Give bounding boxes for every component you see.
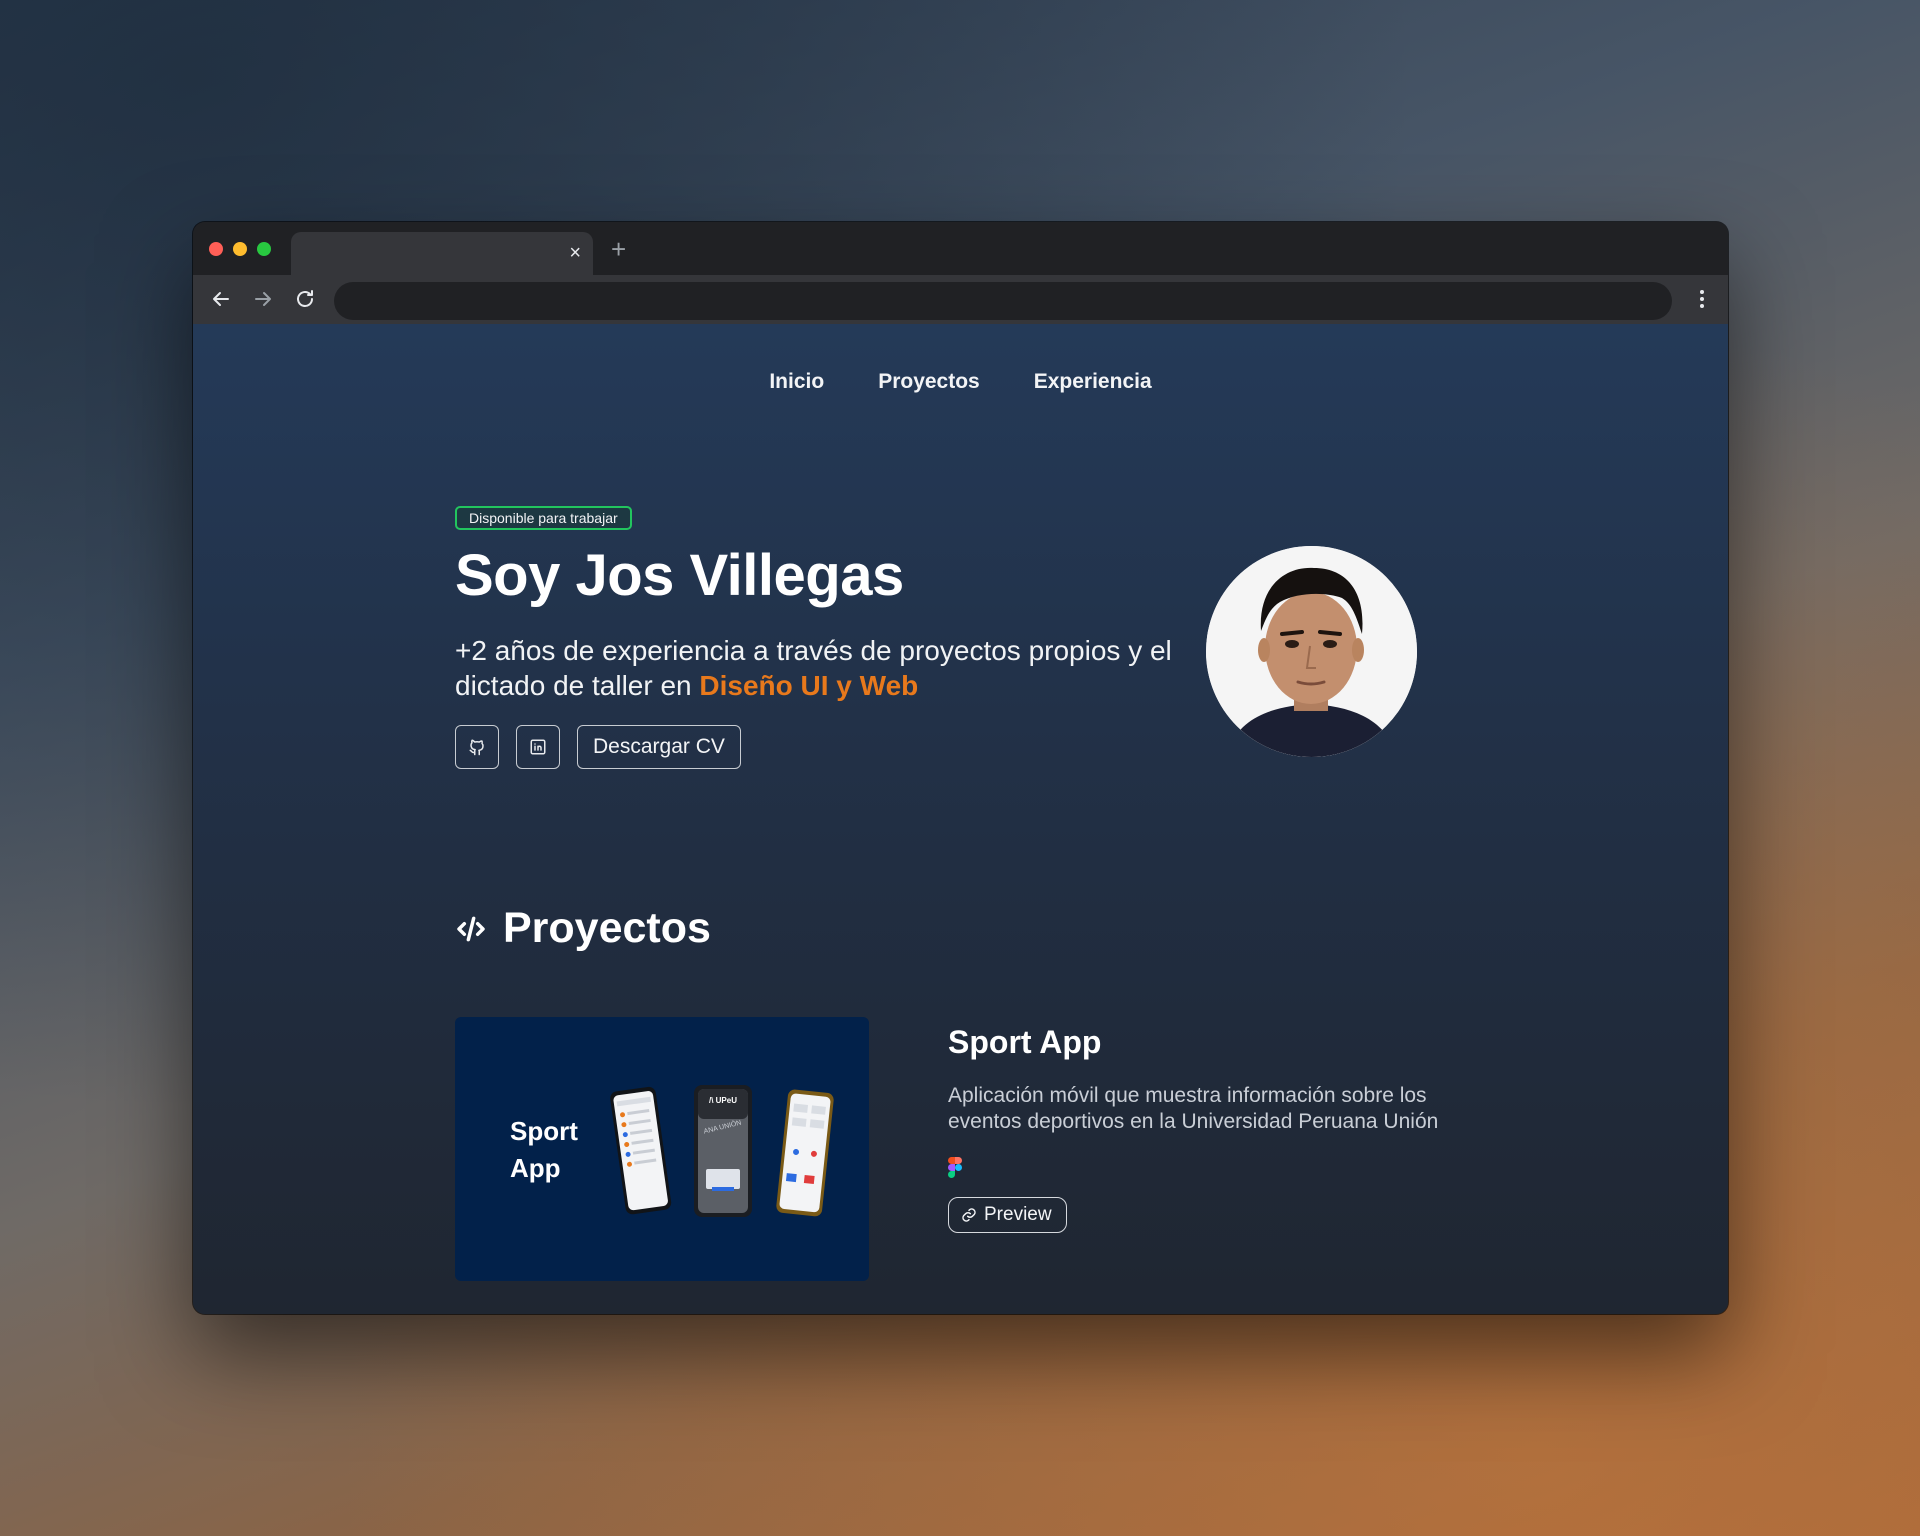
github-icon	[469, 739, 484, 756]
profile-avatar	[1206, 546, 1417, 757]
new-tab-button[interactable]: +	[611, 236, 626, 262]
minimize-window-button[interactable]	[233, 242, 247, 256]
address-bar[interactable]	[334, 282, 1672, 320]
window-controls	[209, 242, 271, 256]
projects-heading: Proyectos	[455, 904, 711, 953]
projects-title: Proyectos	[503, 904, 711, 952]
hero-section: Disponible para trabajar Soy Jos Villega…	[455, 506, 1175, 769]
preview-button[interactable]: Preview	[948, 1197, 1067, 1233]
maximize-window-button[interactable]	[257, 242, 271, 256]
availability-badge: Disponible para trabajar	[455, 506, 632, 530]
project-image-title: Sport App	[510, 1116, 578, 1183]
nav-link-inicio[interactable]: Inicio	[769, 370, 824, 394]
preview-label: Preview	[984, 1204, 1052, 1225]
nav-link-experiencia[interactable]: Experiencia	[1034, 370, 1152, 394]
project-image-sport-app[interactable]: Sport App /\ UPeU ANA UNIÓN	[455, 1017, 869, 1281]
browser-toolbar	[193, 275, 1728, 324]
link-icon	[962, 1208, 976, 1222]
project-image-logo: /\ UPeU	[709, 1096, 737, 1105]
project-description: Aplicación móvil que muestra información…	[948, 1084, 1439, 1133]
tab-bar: × +	[193, 222, 1728, 275]
close-window-button[interactable]	[209, 242, 223, 256]
reload-icon[interactable]	[293, 287, 317, 311]
hero-title: Soy Jos Villegas	[455, 543, 904, 608]
browser-tab[interactable]: ×	[291, 232, 593, 275]
hero-actions: Descargar CV	[455, 725, 1175, 769]
hero-description: +2 años de experiencia a través de proye…	[455, 633, 1175, 703]
site-navigation: Inicio Proyectos Experiencia	[193, 370, 1728, 394]
project-title: Sport App	[948, 1024, 1102, 1060]
phone-mockups: /\ UPeU ANA UNIÓN	[610, 1085, 834, 1217]
page-viewport: Inicio Proyectos Experiencia Disponible …	[193, 324, 1728, 1314]
linkedin-icon	[530, 739, 546, 755]
browser-menu-icon[interactable]	[1690, 287, 1714, 311]
figma-icon	[948, 1157, 962, 1178]
code-icon	[457, 916, 485, 941]
download-cv-button[interactable]: Descargar CV	[577, 725, 741, 769]
tab-close-icon[interactable]: ×	[569, 241, 581, 265]
forward-arrow-icon[interactable]	[251, 287, 275, 311]
github-button[interactable]	[455, 725, 499, 769]
nav-link-proyectos[interactable]: Proyectos	[878, 370, 980, 394]
linkedin-button[interactable]	[516, 725, 560, 769]
project-info-sport-app: Sport App Aplicación móvil que muestra i…	[948, 1024, 1468, 1233]
browser-window: × + Inicio Proyectos Experiencia Disponi…	[193, 222, 1728, 1314]
hero-description-accent: Diseño UI y Web	[699, 670, 919, 701]
back-arrow-icon[interactable]	[209, 287, 233, 311]
